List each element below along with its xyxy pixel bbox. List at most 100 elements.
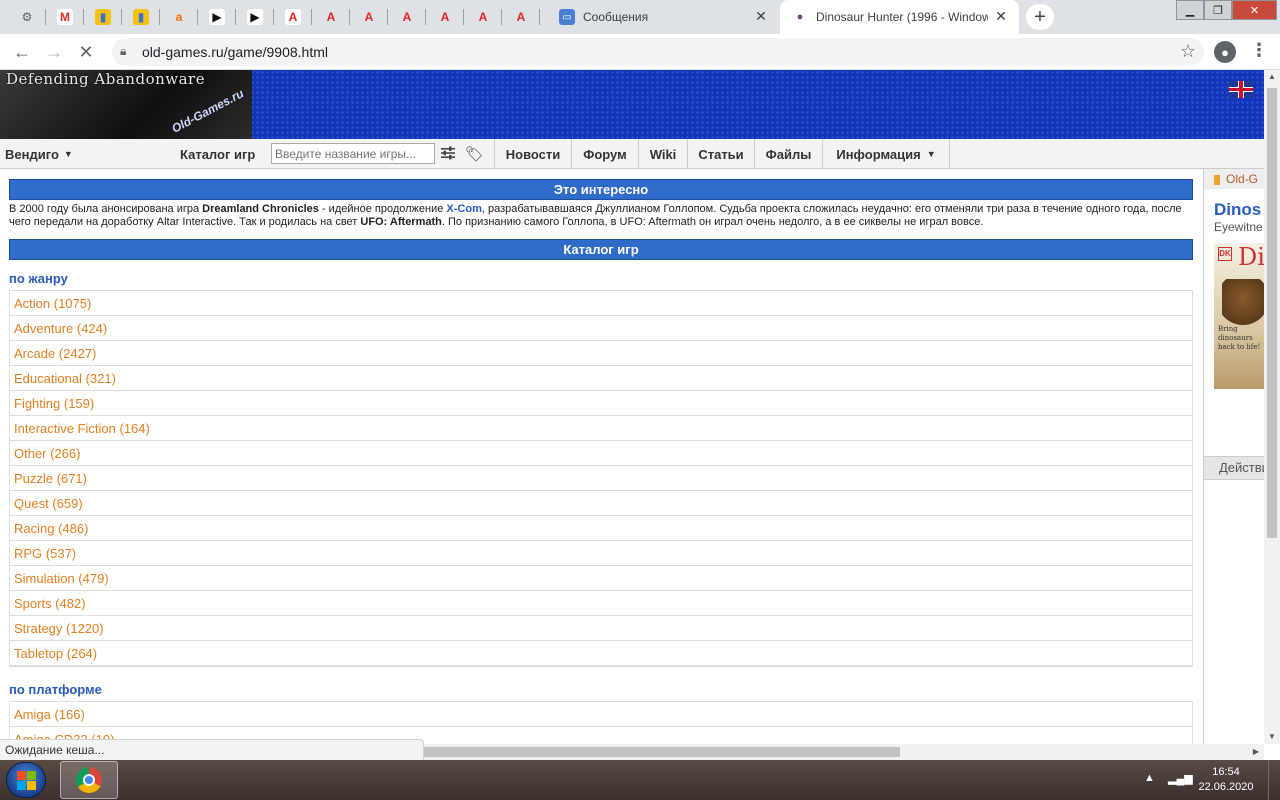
catalog-link[interactable]: Sports (482): [10, 591, 1192, 616]
nav-files[interactable]: Файлы: [754, 139, 822, 169]
pinned-tab[interactable]: ▮: [84, 0, 122, 34]
site-navbar: Вендиго ▼ Каталог игр 🏷︎ Новости Форум W…: [0, 139, 1264, 169]
red-a-icon: A: [399, 9, 415, 25]
minimize-button[interactable]: ▁: [1176, 0, 1204, 20]
tray-expand-icon[interactable]: ▲: [1144, 772, 1155, 784]
actions-button[interactable]: Действи: [1204, 456, 1264, 480]
stop-loading-icon[interactable]: ✕: [74, 40, 98, 64]
chrome-taskbar-button[interactable]: [60, 761, 118, 799]
forward-icon[interactable]: →: [42, 40, 66, 64]
catalog-link[interactable]: RPG (537): [10, 541, 1192, 566]
english-flag-icon[interactable]: [1229, 81, 1253, 98]
catalog-link[interactable]: Other (266): [10, 441, 1192, 466]
catalog-link[interactable]: Tabletop (264): [10, 641, 1192, 666]
by-genre-title[interactable]: по жанру: [9, 270, 1193, 290]
catalog-link[interactable]: Racing (486): [10, 516, 1192, 541]
platform-list: Amiga (166) Amiga CD32 (10): [9, 701, 1193, 744]
url-text[interactable]: old-games.ru/game/9908.html: [142, 44, 328, 60]
media-icon: ▶: [247, 9, 263, 25]
scroll-right-icon[interactable]: ▶: [1248, 744, 1264, 760]
catalog-link[interactable]: Puzzle (671): [10, 466, 1192, 491]
browser-tabstrip: ⚙ M ▮ ▮ a ▶ ▶ A A A A A A A ▭ Сообщения ✕ ● Dinosaur …: [0, 0, 1280, 34]
main-content: Это интересно В 2000 году была анонсиров…: [9, 179, 1193, 744]
catalog-link[interactable]: Action (1075): [10, 291, 1192, 316]
back-icon[interactable]: ←: [10, 40, 34, 64]
gmail-icon: M: [57, 9, 73, 25]
lock-icon[interactable]: 🔒︎: [120, 44, 126, 59]
nav-forum[interactable]: Форум: [571, 139, 638, 169]
windows-start-button[interactable]: [6, 762, 46, 798]
pinned-tab[interactable]: A: [274, 0, 312, 34]
clock-date: 22.06.2020: [1198, 781, 1254, 793]
game-search-input[interactable]: [271, 143, 435, 164]
cover-tagline: Bring dinosaurs back to life!: [1218, 325, 1261, 351]
window-close-button[interactable]: ✕: [1232, 0, 1277, 20]
scroll-up-icon[interactable]: ▲: [1264, 70, 1280, 84]
show-desktop-button[interactable]: [1268, 760, 1280, 800]
taskbar-clock[interactable]: 16:54 22.06.2020: [1196, 765, 1256, 795]
windows-taskbar: ▲ ▂▄▆ 16:54 22.06.2020: [0, 760, 1280, 800]
catalog-link[interactable]: Strategy (1220): [10, 616, 1192, 641]
catalog-link[interactable]: Amiga (166): [10, 702, 1192, 727]
game-ufo-aftermath: UFO: Aftermath: [360, 216, 442, 228]
close-icon[interactable]: ✕: [993, 8, 1009, 25]
tags-icon[interactable]: 🏷︎: [465, 145, 484, 163]
hscroll-thumb[interactable]: [424, 747, 900, 757]
pinned-tab[interactable]: ▶: [198, 0, 236, 34]
menu-kebab-icon[interactable]: ⋮: [1250, 40, 1268, 61]
pinned-tab[interactable]: ▮: [122, 0, 160, 34]
filter-sliders-icon[interactable]: [440, 145, 456, 161]
network-signal-icon[interactable]: ▂▄▆: [1168, 772, 1193, 785]
pinned-tab[interactable]: A: [350, 0, 388, 34]
pinned-tab[interactable]: a: [160, 0, 198, 34]
by-platform-title[interactable]: по платформе: [9, 681, 1193, 701]
catalog-link[interactable]: Simulation (479): [10, 566, 1192, 591]
vertical-scrollbar[interactable]: ▲ ▼: [1264, 70, 1280, 744]
right-sidebar: Old-G Dinos Eyewitne DK Di Bring dinosau…: [1203, 169, 1264, 744]
pinned-tab[interactable]: A: [426, 0, 464, 34]
catalog-link[interactable]: Arcade (2427): [10, 341, 1192, 366]
shopping-bag-icon: ▮: [95, 9, 111, 25]
game-cover-image[interactable]: DK Di Bring dinosaurs back to life!: [1214, 243, 1264, 389]
chat-icon: ▭: [559, 9, 575, 25]
tab-messages[interactable]: ▭ Сообщения ✕: [547, 0, 779, 34]
cover-title-letters: Di: [1238, 243, 1264, 271]
pinned-tab[interactable]: ▶: [236, 0, 274, 34]
site-logo[interactable]: Defending Abandonware Old-Games.ru: [0, 70, 252, 139]
address-bar[interactable]: 🔒︎ old-games.ru/game/9908.html ☆: [112, 38, 1204, 66]
nav-wiki[interactable]: Wiki: [638, 139, 687, 169]
game-xcom-link[interactable]: X-Com: [446, 203, 481, 215]
pinned-tab[interactable]: A: [502, 0, 540, 34]
catalog-link[interactable]: Quest (659): [10, 491, 1192, 516]
close-icon[interactable]: ✕: [753, 8, 769, 25]
scroll-down-icon[interactable]: ▼: [1264, 730, 1280, 744]
logo-title: Defending Abandonware: [6, 70, 206, 88]
catalog-link[interactable]: Fighting (159): [10, 391, 1192, 416]
scroll-thumb[interactable]: [1267, 88, 1277, 538]
avito-icon: a: [171, 9, 187, 25]
catalog-link[interactable]: Interactive Fiction (164): [10, 416, 1192, 441]
catalog-label[interactable]: Каталог игр: [180, 139, 255, 169]
maximize-button[interactable]: ❐: [1204, 0, 1232, 20]
profile-avatar-icon[interactable]: ●: [1214, 41, 1236, 63]
sidebar-game-title[interactable]: Dinos: [1214, 200, 1261, 220]
pinned-tab[interactable]: A: [388, 0, 426, 34]
sidebar-bar[interactable]: Old-G: [1204, 169, 1264, 189]
pinned-tab[interactable]: ⚙: [8, 0, 46, 34]
nav-articles[interactable]: Статьи: [687, 139, 754, 169]
nav-information[interactable]: Информация ▼: [822, 139, 950, 169]
nav-news[interactable]: Новости: [494, 139, 571, 169]
bookmark-star-icon[interactable]: ☆: [1180, 41, 1196, 62]
nav-information-label: Информация: [836, 146, 921, 162]
pinned-tab[interactable]: M: [46, 0, 84, 34]
text-part: В 2000 году была анонсирована игра: [9, 203, 203, 215]
catalog-link[interactable]: Educational (321): [10, 366, 1192, 391]
catalog-link[interactable]: Adventure (424): [10, 316, 1192, 341]
tab-dinosaur-hunter[interactable]: ● Dinosaur Hunter (1996 - Window ✕: [780, 0, 1019, 34]
pinned-tab[interactable]: A: [312, 0, 350, 34]
red-a-icon: A: [437, 9, 453, 25]
vendigo-menu[interactable]: Вендиго ▼: [5, 139, 73, 169]
media-icon: ▶: [209, 9, 225, 25]
new-tab-button[interactable]: +: [1026, 4, 1054, 30]
pinned-tab[interactable]: A: [464, 0, 502, 34]
